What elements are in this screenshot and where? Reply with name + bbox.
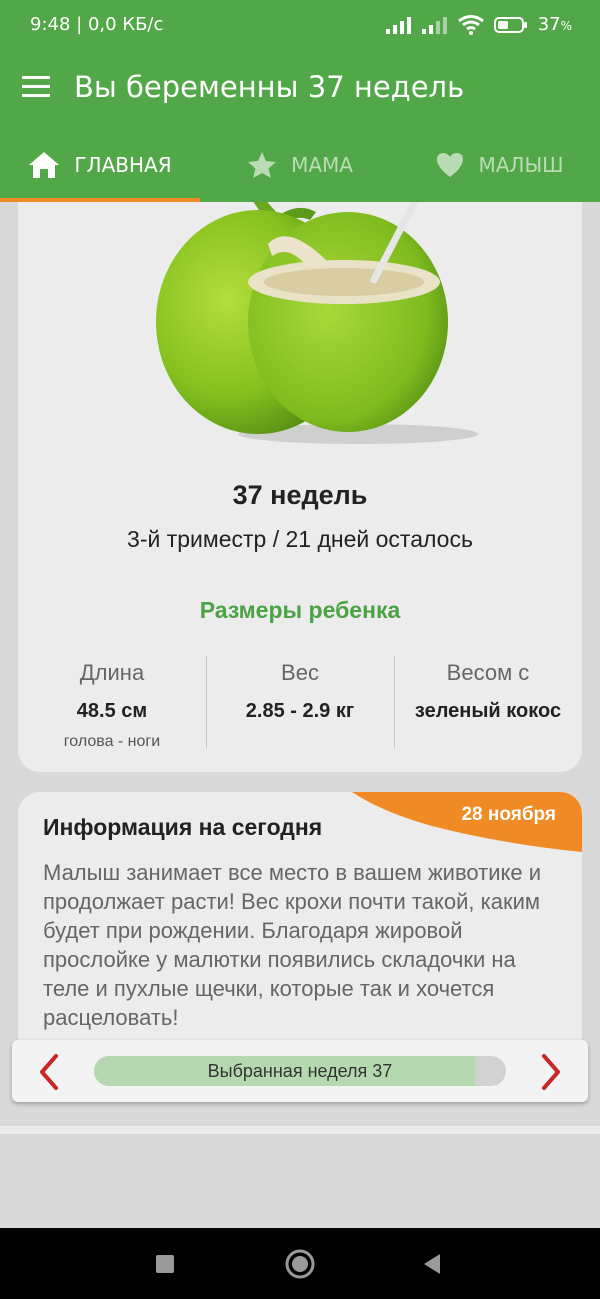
info-text: Малыш занимает все место в вашем животик… [43,860,542,1030]
status-icons: 37% [385,14,572,35]
main-content[interactable]: 37 недель 3-й триместр / 21 дней осталос… [0,202,600,1228]
week-selector: Выбранная неделя 37 [12,1040,588,1102]
metric-value: 48.5 см [76,700,148,722]
tab-home-label: ГЛАВНАЯ [74,153,172,177]
metric-value: зеленый кокос [414,700,562,722]
signal-icon-2 [421,16,447,34]
tab-mom-label: МАМА [291,153,353,177]
tab-mom[interactable]: МАМА [200,128,400,202]
week-progress: Выбранная неделя 37 [94,1056,506,1086]
tab-bar: ГЛАВНАЯ МАМА МАЛЫШ [0,128,600,202]
battery-level: 37% [537,14,572,35]
tab-baby[interactable]: МАЛЫШ [400,128,600,202]
week-card: 37 недель 3-й триместр / 21 дней осталос… [18,202,582,772]
recent-apps-icon[interactable] [147,1246,183,1282]
metric-label: Длина [79,660,145,685]
coconut-image [156,202,478,444]
status-bar: 9:48 | 0,0 КБ/с 37% [0,0,600,48]
trimester-info: 3-й триместр / 21 дней осталось [127,526,473,552]
app-bar: Вы беременны 37 недель [0,48,600,128]
metric-compare: Весом с зеленый кокос [394,654,582,750]
star-icon [248,152,277,178]
system-nav-bar [0,1228,600,1299]
status-time: 9:48 | 0,0 КБ/с [30,14,164,35]
wifi-icon [457,14,484,35]
back-icon[interactable] [414,1246,450,1282]
tab-baby-label: МАЛЫШ [478,153,564,177]
baby-sizes-title: Размеры ребенка [199,597,401,623]
metric-label: Вес [281,660,319,685]
metric-weight: Вес 2.85 - 2.9 кг [206,654,394,750]
tab-home[interactable]: ГЛАВНАЯ [0,128,200,202]
chevron-right-icon[interactable] [530,1052,570,1092]
home-button-icon[interactable] [282,1246,318,1282]
signal-icon [385,16,411,34]
metric-value: 2.85 - 2.9 кг [245,700,355,722]
baby-metrics: Длина 48.5 см голова - ноги Вес 2.85 - 2… [18,654,582,750]
bottom-strip [0,1126,600,1134]
selected-week-label: Выбранная неделя 37 [207,1061,393,1081]
info-title: Информация на сегодня [43,814,323,840]
battery-icon [493,16,527,33]
heart-icon [437,153,464,177]
metric-label: Весом с [446,660,530,685]
net-speed: 0,0 КБ/с [87,14,164,35]
page-title: Вы беременны 37 недель [74,70,465,104]
home-icon [29,152,60,178]
info-date: 28 ноября [461,804,556,825]
menu-icon[interactable] [20,72,54,102]
clock: 9:48 [30,14,71,35]
chevron-left-icon[interactable] [30,1052,70,1092]
weeks-count: 37 недель [232,480,368,510]
metric-sub: голова - ноги [63,733,161,750]
metric-length: Длина 48.5 см голова - ноги [18,654,206,750]
